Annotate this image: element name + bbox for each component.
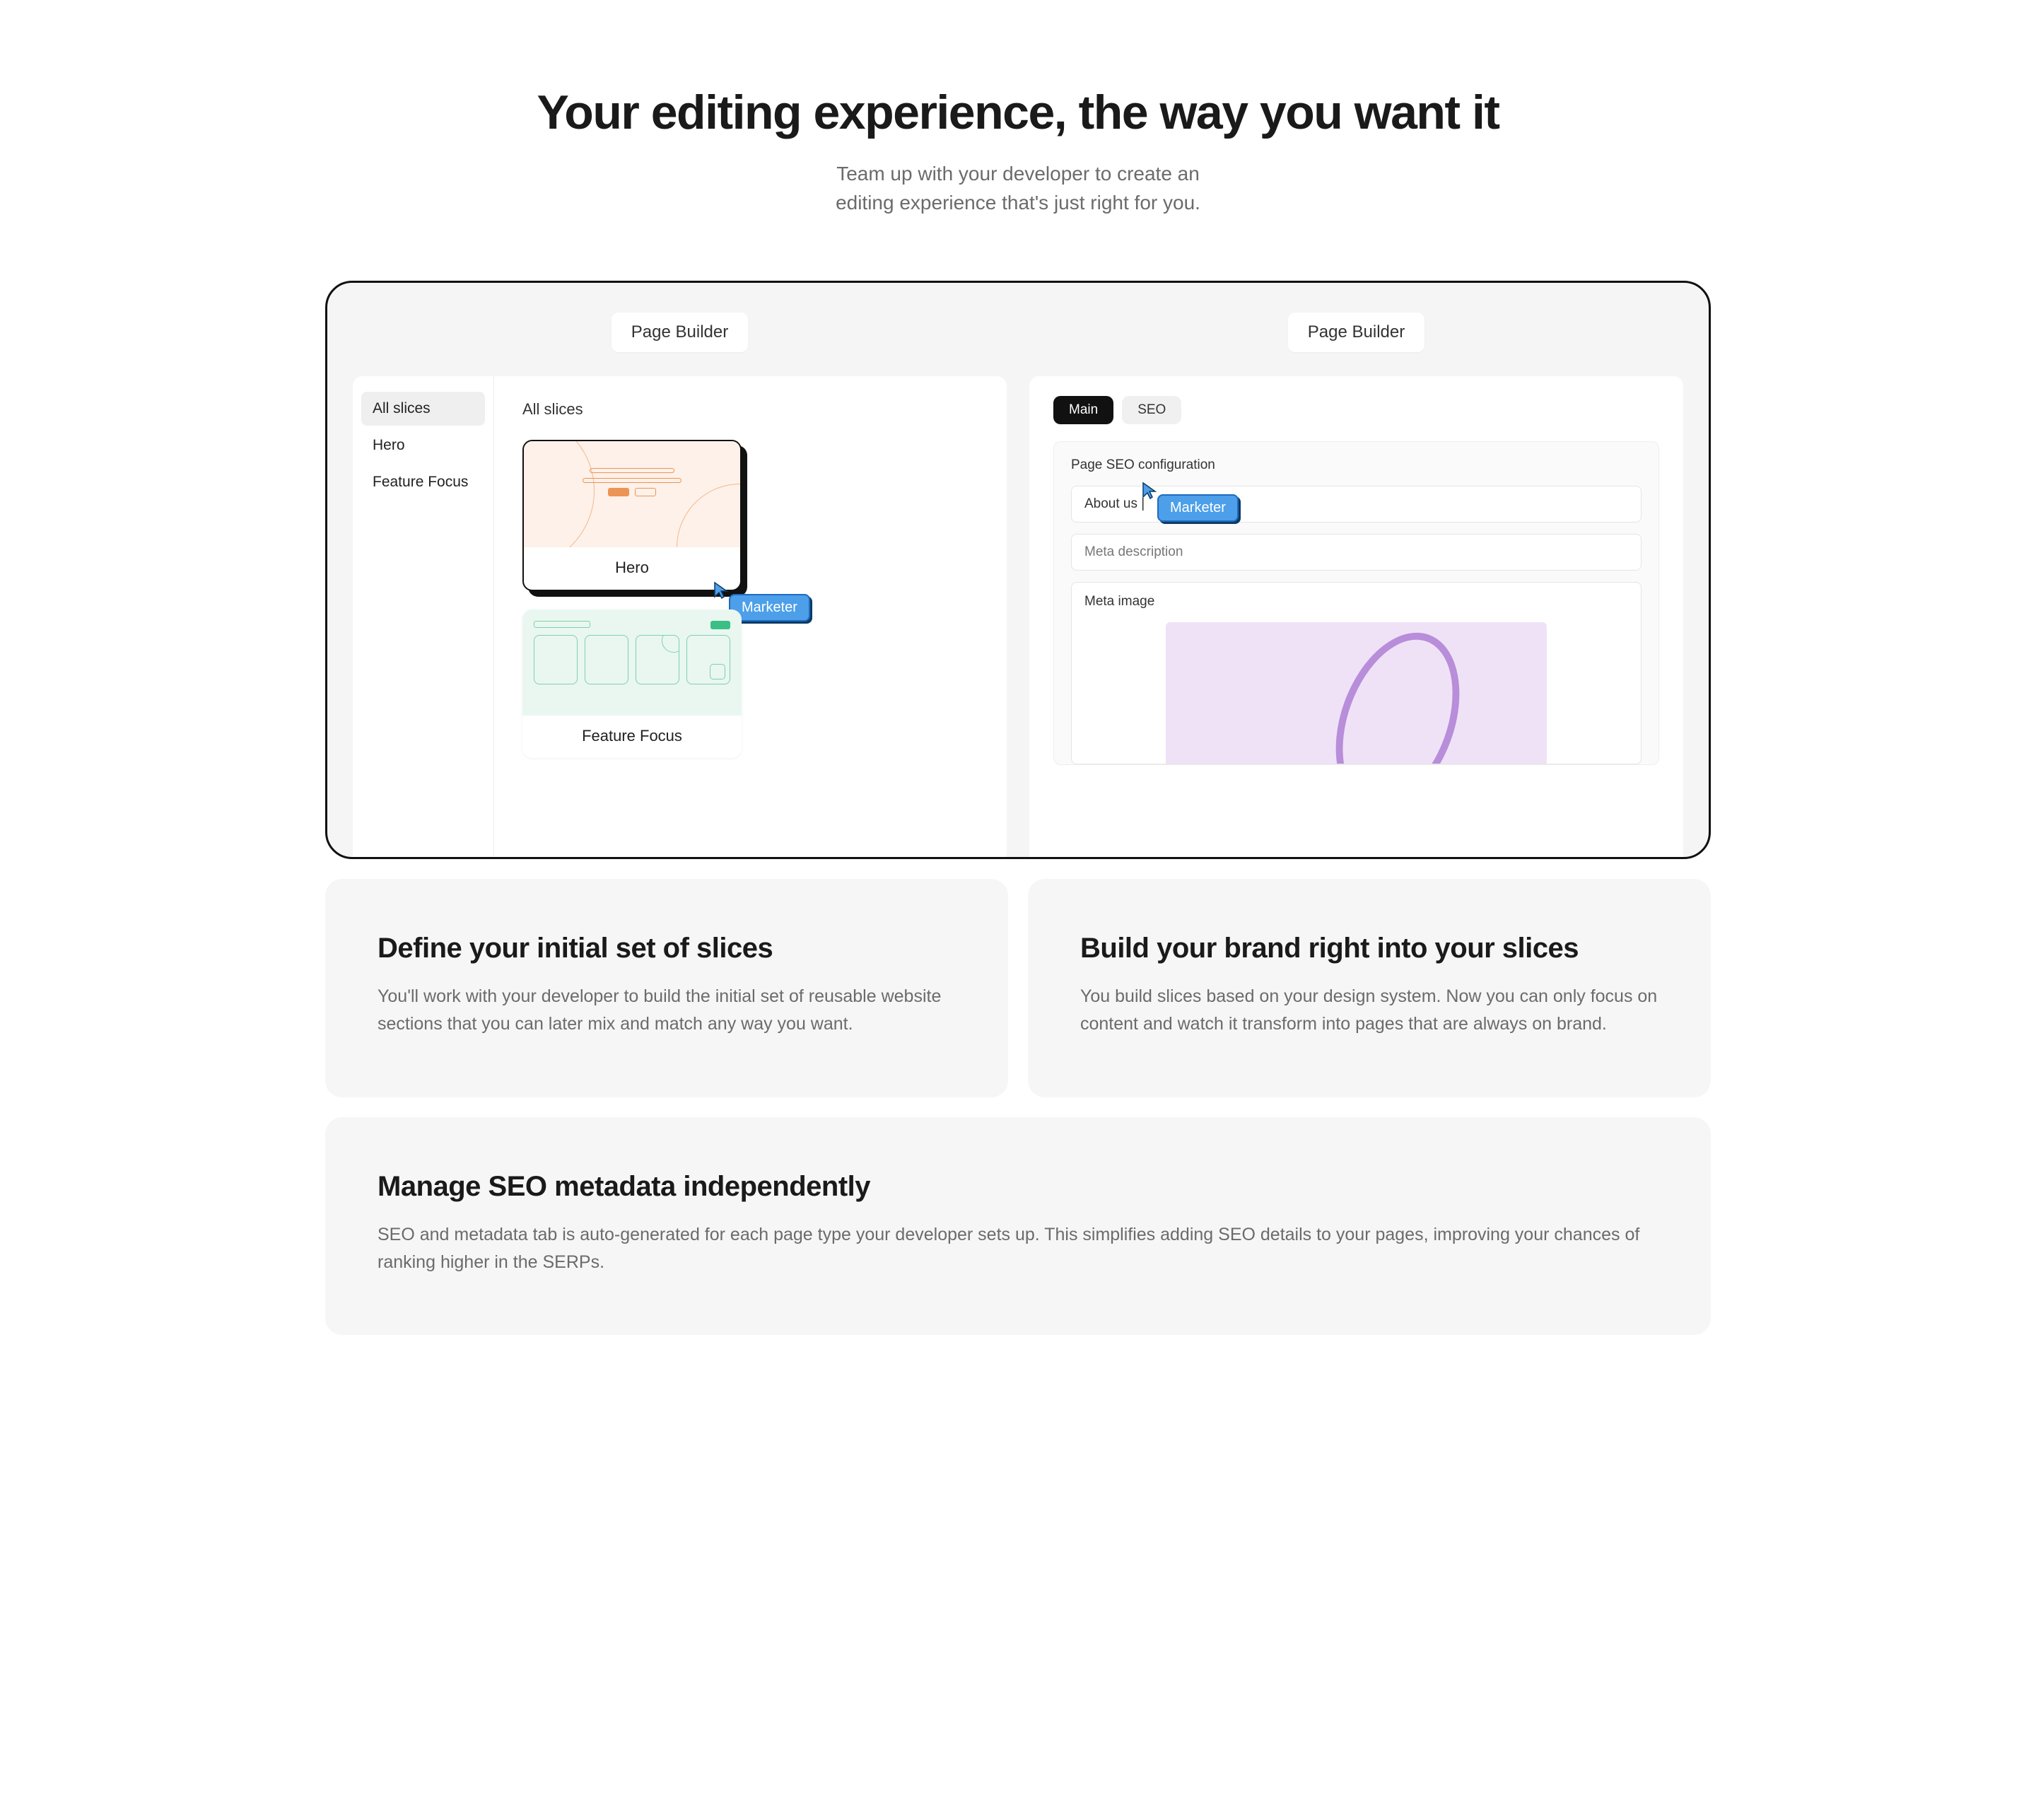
slice-card-hero[interactable]: Hero [522,440,742,591]
panel-label-left: Page Builder [612,313,748,352]
subtitle-line-1: Team up with your developer to create an [836,163,1200,185]
card-title: Build your brand right into your slices [1080,933,1658,964]
slice-card-hero-label: Hero [524,547,740,590]
page-title: Your editing experience, the way you wan… [325,85,1711,140]
info-card-seo-metadata: Manage SEO metadata independently SEO an… [325,1117,1711,1336]
feature-focus-thumbnail [522,609,742,716]
info-card-define-slices: Define your initial set of slices You'll… [325,879,1008,1097]
card-title: Manage SEO metadata independently [378,1171,1658,1203]
slice-editor: All slices Hero Feature Focus All slices [353,376,1007,857]
sidebar-item-all-slices[interactable]: All slices [361,392,485,426]
card-body: SEO and metadata tab is auto-generated f… [378,1221,1658,1276]
page-subtitle: Team up with your developer to create an… [325,160,1711,217]
illustration-frame: Page Builder All slices Hero Feature Foc… [325,281,1711,859]
meta-description-input[interactable]: Meta description [1071,534,1642,571]
panel-label-right: Page Builder [1288,313,1424,352]
tab-main[interactable]: Main [1053,396,1113,424]
slice-sidebar: All slices Hero Feature Focus [353,376,494,857]
slice-card-feature-focus-label: Feature Focus [522,716,742,758]
info-card-brand-slices: Build your brand right into your slices … [1028,879,1711,1097]
seo-title-input[interactable]: About us | [1071,486,1642,523]
slice-list-heading: All slices [522,400,978,419]
meta-image-label: Meta image [1084,594,1628,609]
subtitle-line-2: editing experience that's just right for… [836,192,1200,214]
card-body: You'll work with your developer to build… [378,983,956,1038]
seo-box-title: Page SEO configuration [1071,457,1642,473]
meta-image-field[interactable]: Meta image [1071,582,1642,764]
sidebar-item-feature-focus[interactable]: Feature Focus [361,465,485,499]
card-title: Define your initial set of slices [378,933,956,964]
sidebar-item-hero[interactable]: Hero [361,428,485,462]
card-body: You build slices based on your design sy… [1080,983,1658,1038]
meta-image-preview [1166,622,1546,764]
tab-seo[interactable]: SEO [1122,396,1181,424]
slice-card-feature-focus[interactable]: Feature Focus [522,609,742,758]
hero-preview-thumbnail [524,441,740,547]
seo-editor: Main SEO Page SEO configuration About us… [1029,376,1683,857]
